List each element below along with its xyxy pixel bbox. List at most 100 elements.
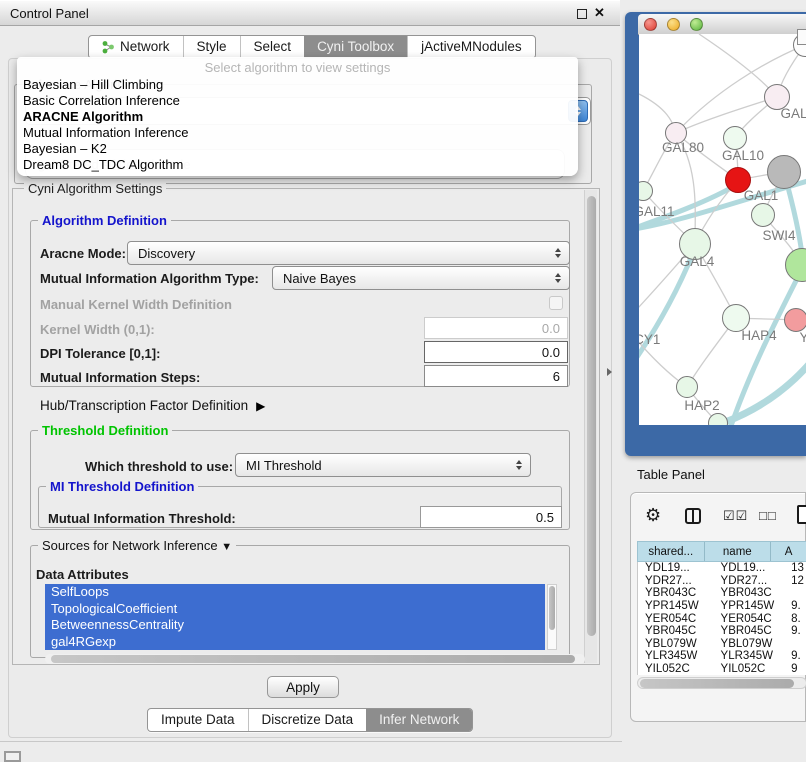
cell: YBR045C — [638, 625, 714, 637]
table-row[interactable]: YIL052C YIL052C 9 — [638, 663, 806, 675]
aracne-mode-combobox[interactable]: Discovery — [127, 241, 570, 265]
table-horizontal-scrollbar[interactable] — [637, 677, 806, 689]
zoom-traffic-light[interactable] — [690, 18, 703, 31]
collapsed-arrow-icon[interactable]: ▶ — [256, 399, 265, 413]
mi-type-combobox[interactable]: Naive Bayes — [272, 266, 570, 290]
cell: 9 — [789, 663, 806, 675]
float-window-icon[interactable] — [577, 9, 587, 19]
node-label-gal11: GAL11 — [639, 204, 683, 219]
node-label-swi4: SWI4 — [757, 228, 801, 243]
network-node-hub[interactable] — [767, 155, 801, 189]
popup-item[interactable]: Dream8 DC_TDC Algorithm — [17, 157, 578, 173]
mi-steps-field[interactable]: 6 — [424, 365, 568, 387]
table-row[interactable]: YDL19... YDL19... 13 — [638, 562, 806, 575]
manual-kernel-label: Manual Kernel Width Definition — [40, 297, 232, 312]
list-item[interactable]: TopologicalCoefficient — [45, 601, 545, 618]
popup-item-selected[interactable]: ARACNE Algorithm — [17, 109, 578, 125]
popup-item[interactable]: Mutual Information Inference — [17, 125, 578, 141]
mi-threshold-field[interactable]: 0.5 — [420, 506, 562, 528]
data-attributes-list[interactable]: SelfLoops TopologicalCoefficient Between… — [45, 584, 545, 650]
apply-button-label: Apply — [286, 680, 320, 695]
splitter-arrow-icon[interactable] — [607, 368, 612, 376]
tab-network-label: Network — [120, 36, 170, 58]
list-horizontal-scrollbar[interactable] — [45, 654, 585, 664]
cell: YDL19... — [714, 562, 790, 574]
cell: 8. — [789, 613, 806, 625]
table-row[interactable]: YLR345W YLR345W 9. — [638, 650, 806, 663]
close-traffic-light[interactable] — [644, 18, 657, 31]
gear-icon[interactable]: ⚙ — [645, 505, 661, 526]
cell: YDL19... — [638, 562, 714, 574]
column-header-name[interactable]: name — [705, 542, 772, 561]
table-row[interactable]: YER054C YER054C 8. — [638, 612, 806, 625]
tab-discretize-data[interactable]: Discretize Data — [248, 709, 367, 731]
birdseye-toggle[interactable] — [797, 29, 806, 45]
mi-steps-value: 6 — [553, 369, 560, 384]
minimize-traffic-light[interactable] — [667, 18, 680, 31]
network-node-y[interactable] — [784, 308, 806, 332]
sources-title-label: Sources for Network Inference — [42, 538, 218, 553]
settings-vertical-scrollbar[interactable] — [584, 190, 597, 663]
popup-item[interactable]: Bayesian – K2 — [17, 141, 578, 157]
tab-impute-data-label: Impute Data — [161, 709, 235, 731]
network-window-titlebar[interactable] — [638, 14, 806, 35]
tab-select[interactable]: Select — [240, 36, 305, 58]
dpi-tolerance-field[interactable]: 0.0 — [424, 341, 568, 363]
cell: YBR043C — [714, 587, 790, 599]
sources-group-title[interactable]: Sources for Network Inference ▼ — [38, 538, 236, 553]
tab-impute-data[interactable]: Impute Data — [148, 709, 248, 731]
column-header-shared-name[interactable]: shared... — [638, 542, 705, 561]
popup-item[interactable]: Basic Correlation Inference — [17, 93, 578, 109]
show-columns-icon[interactable]: ☑☑ — [723, 508, 748, 524]
cell: YPR145W — [714, 600, 790, 612]
tab-network[interactable]: Network — [89, 36, 183, 58]
list-scrollbar-thumb[interactable] — [549, 586, 555, 630]
aracne-mode-value: Discovery — [138, 246, 195, 261]
tab-discretize-data-label: Discretize Data — [262, 709, 354, 731]
node-label-hap2: HAP2 — [679, 398, 725, 413]
tab-style[interactable]: Style — [183, 36, 240, 58]
table-row[interactable]: YBR043C YBR043C — [638, 587, 806, 600]
settings-scrollbar-thumb[interactable] — [587, 196, 596, 636]
which-threshold-value: MI Threshold — [246, 458, 322, 473]
network-node[interactable] — [751, 203, 775, 227]
apply-button[interactable]: Apply — [267, 676, 339, 698]
close-icon[interactable]: ✕ — [594, 5, 605, 21]
hub-definition-toggle[interactable]: Hub/Transcription Factor Definition ▶ — [40, 398, 265, 413]
tab-infer-network[interactable]: Infer Network — [366, 709, 472, 731]
network-canvas[interactable]: GAL80 GAL10 GAL1 GAL11 GAL4 SWI4 GCY1 HA… — [639, 34, 806, 425]
table-hscrollbar-thumb[interactable] — [640, 679, 794, 688]
list-vertical-scrollbar[interactable] — [547, 584, 557, 650]
list-item[interactable]: gal4RGexp — [45, 634, 545, 651]
document-icon[interactable] — [797, 505, 806, 524]
combo-arrows-icon — [516, 460, 522, 470]
node-label-gal-clipped: GAL — [779, 106, 806, 121]
list-item[interactable]: BetweennessCentrality — [45, 617, 545, 634]
column-header-clipped[interactable]: A — [771, 542, 806, 561]
hide-columns-icon[interactable]: □□ — [759, 508, 777, 523]
table-panel-title: Table Panel — [637, 467, 705, 482]
node-label-gal4: GAL4 — [675, 254, 719, 269]
network-node-hap2[interactable] — [676, 376, 698, 398]
expanded-arrow-icon[interactable]: ▼ — [221, 541, 232, 553]
cell: 9. — [789, 650, 806, 662]
list-hscrollbar-thumb[interactable] — [51, 655, 575, 663]
popup-item[interactable]: Bayesian – Hill Climbing — [17, 77, 578, 93]
kernel-width-value: 0.0 — [542, 321, 560, 336]
node-label-gcy1: GCY1 — [639, 332, 664, 347]
table-row[interactable]: YDR27... YDR27... 12 — [638, 575, 806, 588]
tab-jactivemnodules[interactable]: jActiveMNodules — [407, 36, 535, 58]
manual-kernel-checkbox[interactable] — [549, 296, 563, 310]
which-threshold-combobox[interactable]: MI Threshold — [235, 453, 531, 477]
tab-cyni-toolbox[interactable]: Cyni Toolbox — [304, 36, 407, 58]
split-view-icon[interactable] — [685, 508, 701, 524]
cell: YDR27... — [638, 575, 714, 587]
list-item[interactable]: SelfLoops — [45, 584, 545, 601]
popup-hint: Select algorithm to view settings — [17, 57, 578, 77]
network-node-gal10[interactable] — [723, 126, 747, 150]
cell: 9. — [789, 625, 806, 637]
table-row[interactable]: YBL079W YBL079W — [638, 638, 806, 651]
table-row[interactable]: YPR145W YPR145W 9. — [638, 600, 806, 613]
table-row[interactable]: YBR045C YBR045C 9. — [638, 625, 806, 638]
node-label-gal80: GAL80 — [655, 140, 711, 155]
